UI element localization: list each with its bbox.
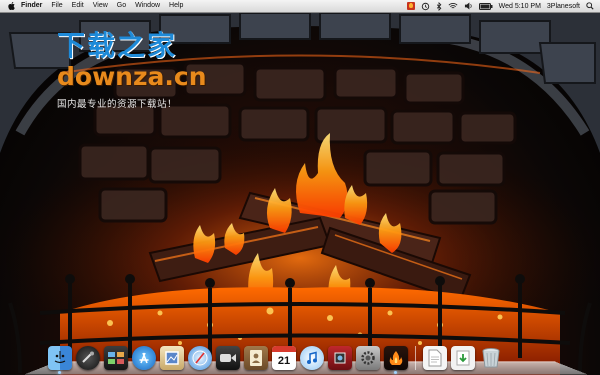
wifi-icon[interactable] bbox=[448, 2, 458, 10]
menu-window[interactable]: Window bbox=[135, 0, 160, 12]
running-indicator bbox=[58, 371, 61, 374]
itunes-icon[interactable] bbox=[300, 346, 324, 370]
watermark-tagline: 国内最专业的资源下载站！ bbox=[57, 99, 178, 110]
menu-bar: Finder File Edit View Go Window Help Wed… bbox=[0, 0, 600, 13]
system-preferences-icon[interactable] bbox=[356, 346, 380, 370]
preview-icon[interactable] bbox=[160, 346, 184, 370]
menu-view[interactable]: View bbox=[93, 0, 108, 12]
watermark-title: 下载之家 bbox=[57, 29, 178, 62]
apple-menu-icon[interactable] bbox=[7, 2, 15, 10]
app-store-icon[interactable] bbox=[132, 346, 156, 370]
running-indicator bbox=[394, 371, 397, 374]
volume-icon[interactable] bbox=[464, 2, 473, 10]
menu-go[interactable]: Go bbox=[117, 0, 126, 12]
downloads-icon[interactable] bbox=[451, 346, 475, 370]
facetime-icon[interactable] bbox=[216, 346, 240, 370]
menu-file[interactable]: File bbox=[51, 0, 62, 12]
watermark: 下载之家 downza.cn 国内最专业的资源下载站！ bbox=[57, 29, 207, 111]
dock-separator bbox=[415, 346, 416, 370]
fireplace-icon[interactable] bbox=[384, 346, 408, 374]
trash-icon[interactable] bbox=[479, 346, 503, 370]
dock-icons: 21 bbox=[48, 346, 503, 374]
watermark-url: downza.cn bbox=[57, 62, 207, 91]
menu-finder[interactable]: Finder bbox=[21, 0, 42, 12]
spotlight-icon[interactable] bbox=[586, 2, 594, 10]
dock: 21 bbox=[0, 336, 600, 375]
mission-control-icon[interactable] bbox=[104, 346, 128, 370]
menu-help[interactable]: Help bbox=[169, 0, 183, 12]
safari-icon[interactable] bbox=[188, 346, 212, 370]
battery-icon[interactable] bbox=[478, 2, 493, 10]
address-book-icon[interactable] bbox=[244, 346, 268, 370]
dashboard-icon[interactable] bbox=[76, 346, 100, 370]
photo-booth-icon[interactable] bbox=[328, 346, 352, 370]
finder-icon[interactable] bbox=[48, 346, 72, 374]
menu-clock[interactable]: Wed 5:10 PM bbox=[499, 3, 541, 10]
calendar-day: 21 bbox=[277, 354, 291, 367]
calendar-icon[interactable]: 21 bbox=[272, 346, 296, 370]
fireplace-status-icon[interactable] bbox=[406, 2, 415, 10]
bluetooth-icon[interactable] bbox=[436, 1, 442, 11]
desktop-background: 下载之家 downza.cn 国内最专业的资源下载站！ bbox=[0, 13, 600, 375]
time-machine-icon[interactable] bbox=[421, 2, 430, 11]
menu-edit[interactable]: Edit bbox=[72, 0, 84, 12]
menu-user[interactable]: 3Planesoft bbox=[547, 3, 580, 10]
document-icon[interactable] bbox=[423, 346, 447, 370]
